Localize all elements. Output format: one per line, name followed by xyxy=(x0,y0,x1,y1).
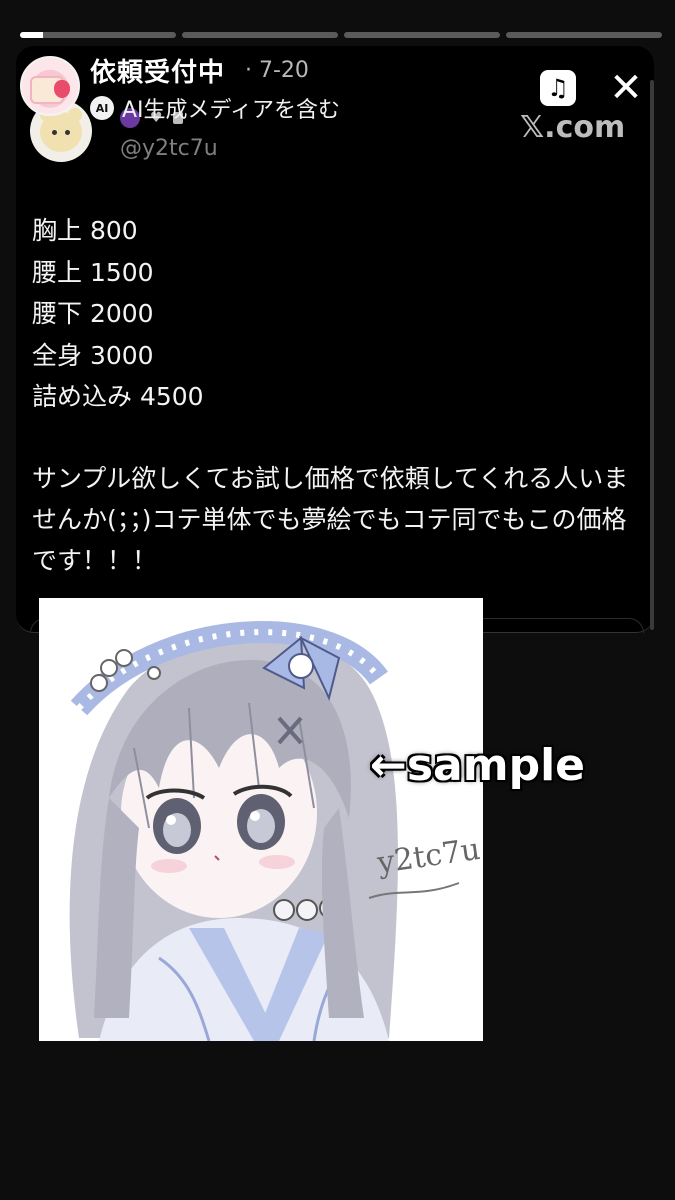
strawberry-icon xyxy=(54,80,70,98)
price-item: 胸上 800 xyxy=(32,216,138,245)
progress-fill xyxy=(20,32,44,38)
ai-label-text: AI生成メディアを含む xyxy=(122,98,340,123)
sample-illustration[interactable]: y2tc7u xyxy=(39,598,483,1041)
progress-segment xyxy=(182,32,338,38)
bear-eye xyxy=(65,130,70,135)
price-list: 胸上 800 腰上 1500 腰下 2000 全身 3000 詰め込み 4500 xyxy=(32,210,204,418)
user-handle[interactable]: @y2tc7u xyxy=(120,136,218,161)
progress-segment xyxy=(344,32,500,38)
progress-segment xyxy=(20,32,176,38)
price-item: 詰め込み 4500 xyxy=(32,382,204,412)
tweet-message: サンプル欲しくてお試し価格で依頼してくれる人いませんか(；；)コテ単体でも夢絵で… xyxy=(32,464,629,575)
bear-eye xyxy=(52,130,57,135)
anime-girl-illustration: y2tc7u xyxy=(69,621,482,1041)
story-title[interactable]: 依頼受付中 xyxy=(90,52,225,89)
price-item: 腰上 1500 xyxy=(32,257,154,287)
ai-content-label: AI AI生成メディアを含む xyxy=(90,92,340,124)
bear-avatar-icon xyxy=(40,108,82,152)
source-label: 𝕏.com xyxy=(520,110,626,145)
scrollbar[interactable] xyxy=(650,80,654,630)
sample-annotation: ←sample xyxy=(370,740,586,791)
close-icon[interactable]: ✕ xyxy=(606,68,646,108)
price-item: 全身 3000 xyxy=(32,340,154,370)
story-timestamp: · 7-20 xyxy=(245,58,309,83)
ai-badge-icon: AI xyxy=(90,96,114,120)
story-avatar[interactable] xyxy=(20,56,80,116)
price-item: 腰下 2000 xyxy=(32,299,154,329)
story-progress-bar xyxy=(20,32,662,38)
music-note-icon[interactable]: ♫ xyxy=(540,70,576,106)
progress-segment xyxy=(506,32,662,38)
